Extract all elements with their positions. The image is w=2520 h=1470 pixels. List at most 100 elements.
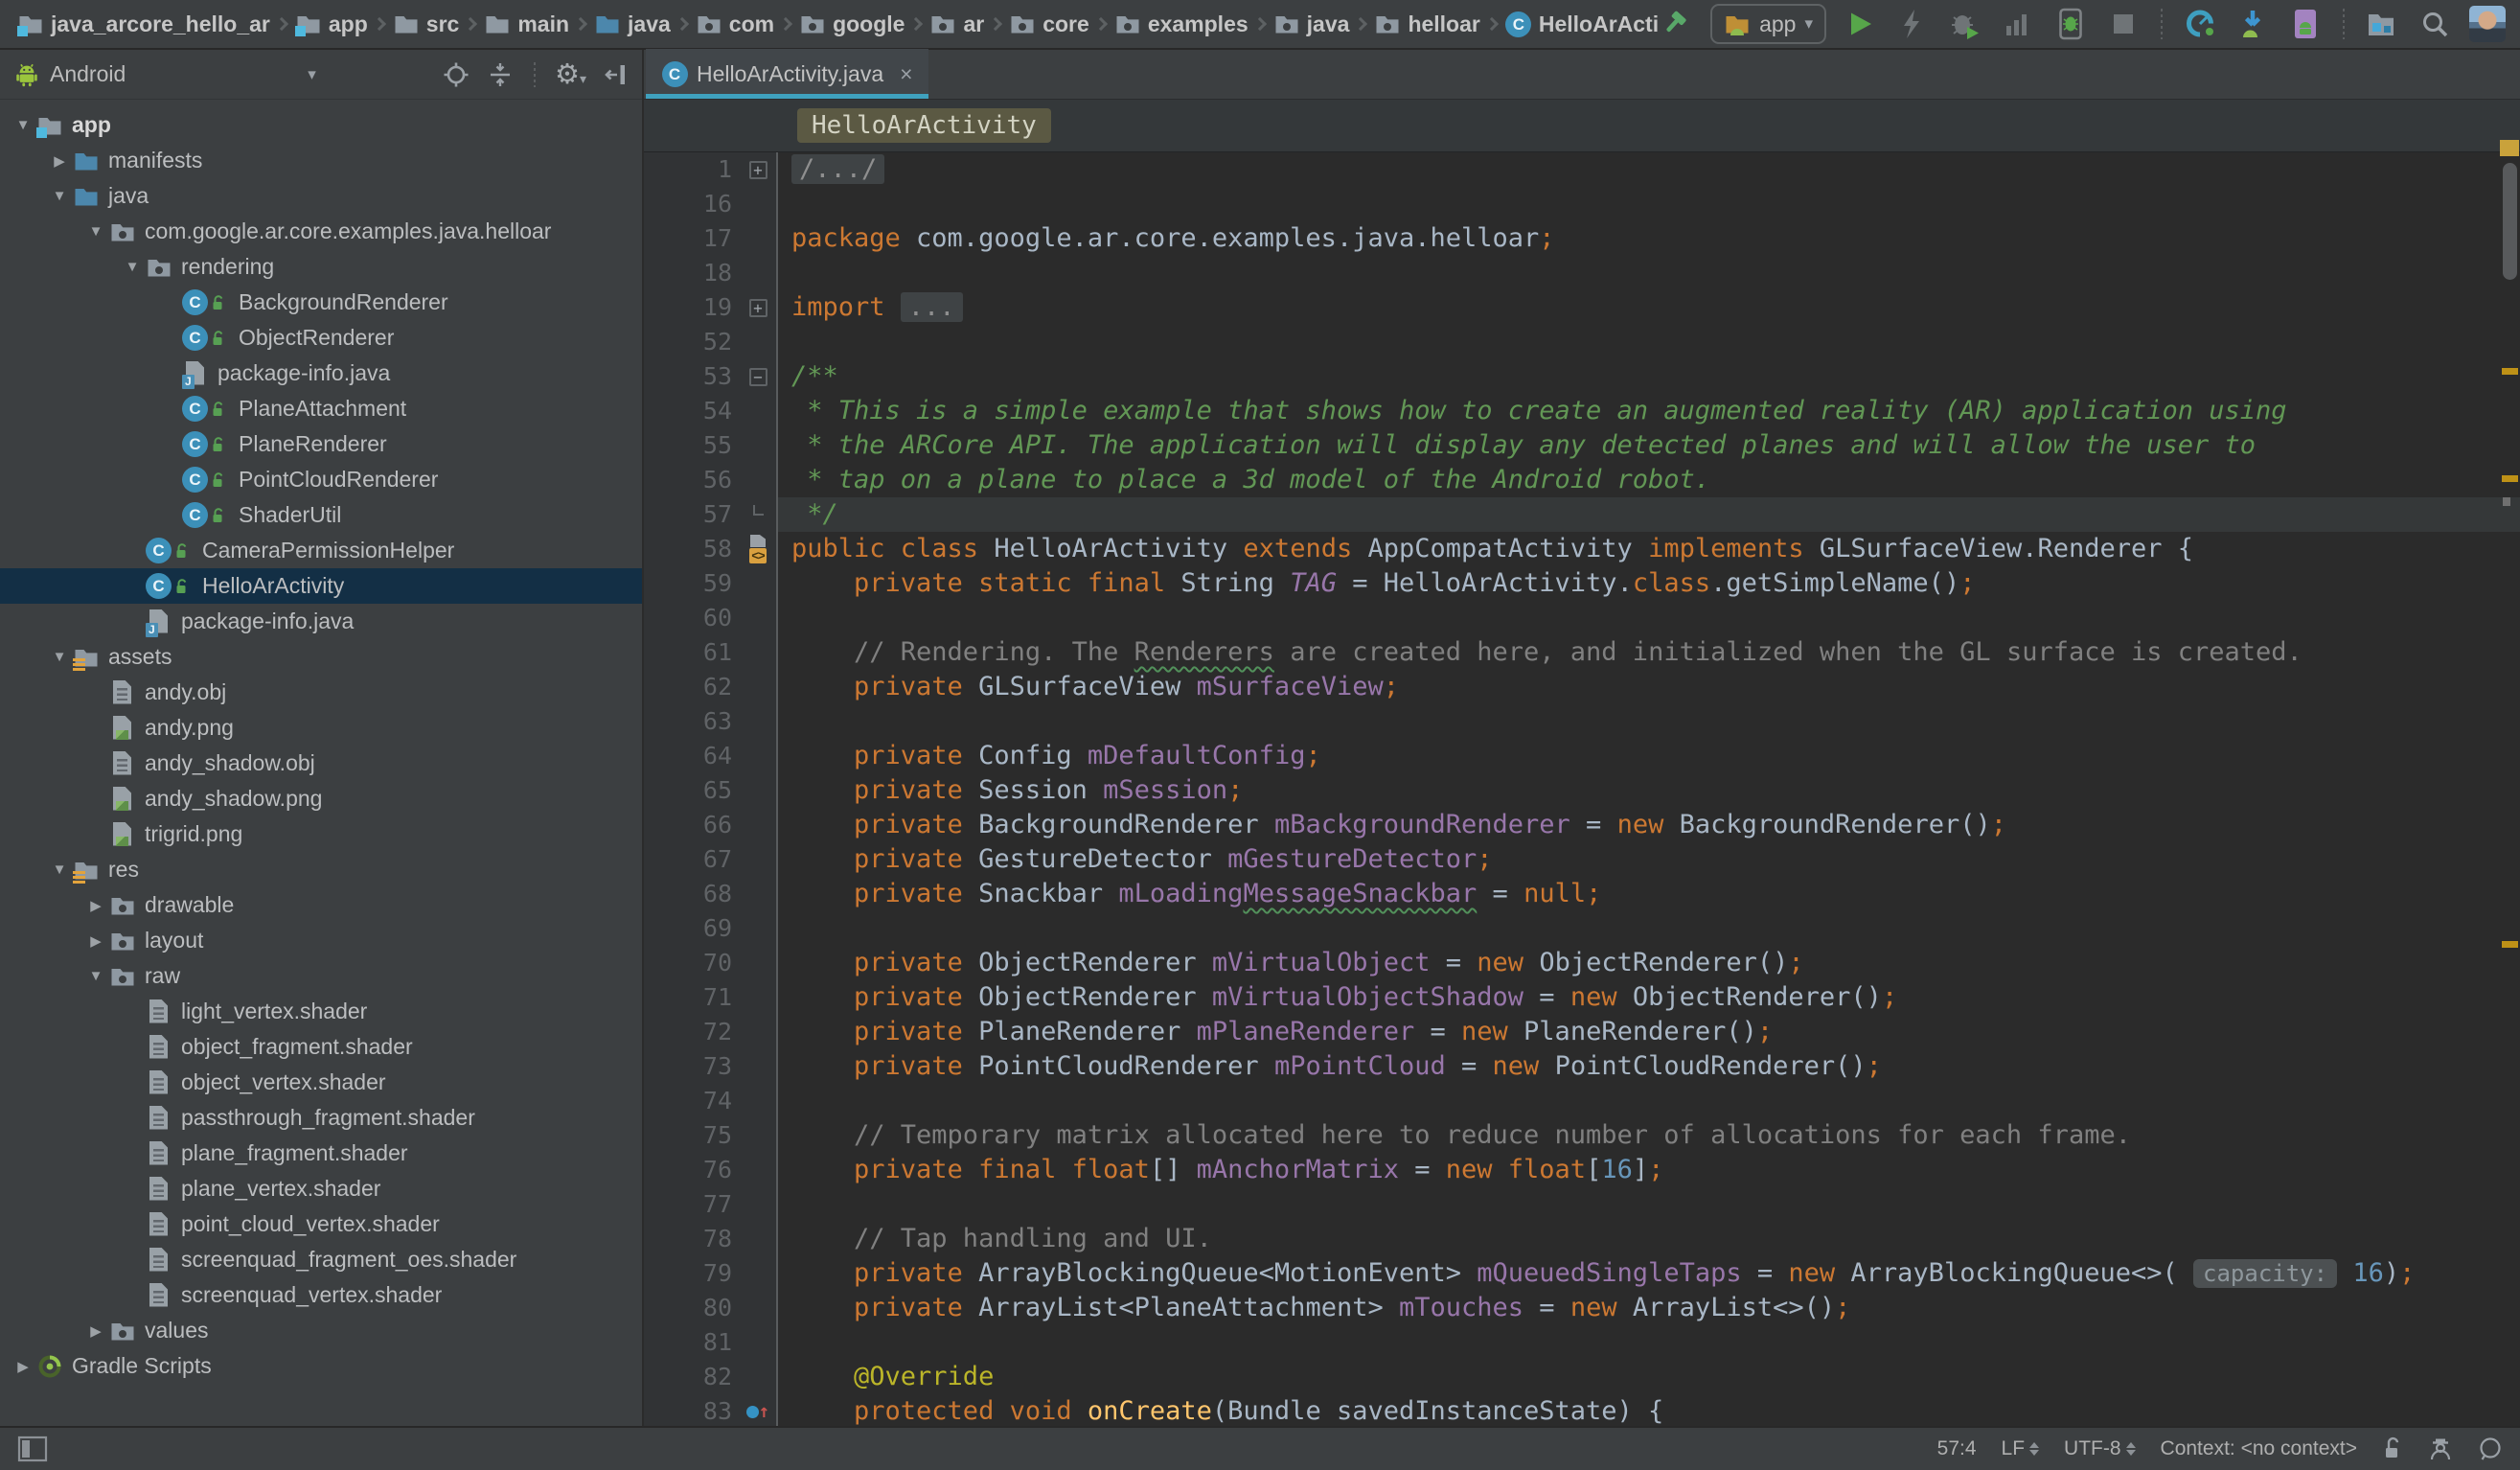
gutter[interactable]: 80: [644, 1291, 778, 1325]
tree-item-andy-obj[interactable]: andy.obj: [0, 675, 642, 710]
tree-item-pointcloudrenderer[interactable]: CPointCloudRenderer: [0, 462, 642, 497]
search-everywhere-button[interactable]: [2416, 4, 2454, 44]
profile-button[interactable]: [1999, 4, 2037, 44]
sdk-manager-button[interactable]: [2234, 4, 2272, 44]
line-number[interactable]: 74: [644, 1084, 740, 1118]
code-line-text[interactable]: package com.google.ar.core.examples.java…: [778, 221, 2520, 256]
collapse-arrow-icon[interactable]: ▼: [46, 188, 73, 204]
gutter[interactable]: 55: [644, 428, 778, 463]
code-line-text[interactable]: private static final String TAG = HelloA…: [778, 566, 2520, 601]
line-number[interactable]: 19: [644, 290, 740, 325]
gutter[interactable]: 53−: [644, 359, 778, 394]
line-number[interactable]: 70: [644, 946, 740, 980]
gutter[interactable]: 52: [644, 325, 778, 359]
fold-collapse-icon[interactable]: −: [749, 368, 767, 386]
code-line[interactable]: 52: [644, 325, 2520, 359]
code-line-text[interactable]: [778, 325, 2520, 359]
caret-position[interactable]: 57:4: [1937, 1437, 1977, 1460]
code-line-text[interactable]: private Config mDefaultConfig;: [778, 739, 2520, 773]
tree-item-package-info-java[interactable]: Jpackage-info.java: [0, 604, 642, 639]
gutter[interactable]: 17: [644, 221, 778, 256]
breadcrumb-item-google[interactable]: google: [799, 11, 905, 37]
gutter[interactable]: 70: [644, 946, 778, 980]
gutter[interactable]: 63: [644, 704, 778, 739]
warning-stripe-mark[interactable]: [2502, 368, 2518, 375]
run-config-select[interactable]: app▾: [1710, 4, 1826, 44]
tree-item-planerenderer[interactable]: CPlaneRenderer: [0, 426, 642, 462]
code-line[interactable]: 63: [644, 704, 2520, 739]
line-number[interactable]: 1: [644, 152, 740, 187]
hide-panel-button[interactable]: [602, 60, 630, 89]
breadcrumb-item-java[interactable]: java: [594, 11, 671, 37]
gutter[interactable]: 65: [644, 773, 778, 808]
code-line-text[interactable]: [778, 1325, 2520, 1360]
tree-item-screenquad-fragment-oes-shader[interactable]: screenquad_fragment_oes.shader: [0, 1242, 642, 1277]
tree-item-point-cloud-vertex-shader[interactable]: point_cloud_vertex.shader: [0, 1206, 642, 1242]
code-line[interactable]: 77: [644, 1187, 2520, 1222]
code-line[interactable]: 74: [644, 1084, 2520, 1118]
line-number[interactable]: 18: [644, 256, 740, 290]
code-line[interactable]: 78 // Tap handling and UI.: [644, 1222, 2520, 1256]
line-number[interactable]: 61: [644, 635, 740, 670]
breadcrumb-item-ar[interactable]: ar: [929, 11, 984, 37]
gutter[interactable]: 67: [644, 842, 778, 877]
gutter[interactable]: 76: [644, 1153, 778, 1187]
line-number[interactable]: 52: [644, 325, 740, 359]
code-line-text[interactable]: // Rendering. The Renderers are created …: [778, 635, 2520, 670]
override-method-icon[interactable]: ↑: [746, 1394, 769, 1426]
gutter[interactable]: 75: [644, 1118, 778, 1153]
tree-item-raw[interactable]: ▼raw: [0, 958, 642, 994]
code-line-text[interactable]: private ArrayBlockingQueue<MotionEvent> …: [778, 1256, 2520, 1291]
breadcrumb-item-core[interactable]: core: [1009, 11, 1089, 37]
gutter[interactable]: 69: [644, 911, 778, 946]
gutter[interactable]: 62: [644, 670, 778, 704]
line-number[interactable]: 78: [644, 1222, 740, 1256]
breadcrumb-item-helloaractivity[interactable]: CHelloArActivity: [1505, 11, 1658, 37]
code-line-text[interactable]: /.../: [778, 152, 2520, 187]
collapse-arrow-icon[interactable]: ▼: [10, 117, 36, 133]
make-button[interactable]: [1658, 4, 1696, 44]
project-view-selector[interactable]: Android ▾: [13, 61, 316, 88]
line-number[interactable]: 82: [644, 1360, 740, 1394]
apply-changes-button[interactable]: [1893, 4, 1932, 44]
collapse-arrow-icon[interactable]: ▼: [46, 861, 73, 878]
line-number[interactable]: 58: [644, 532, 740, 566]
tree-item-backgroundrenderer[interactable]: CBackgroundRenderer: [0, 285, 642, 320]
code-line[interactable]: 67 private GestureDetector mGestureDetec…: [644, 842, 2520, 877]
gutter[interactable]: 56: [644, 463, 778, 497]
device-monitor-button[interactable]: [2286, 4, 2325, 44]
gutter[interactable]: 71: [644, 980, 778, 1015]
line-number[interactable]: 67: [644, 842, 740, 877]
breadcrumb-item-src[interactable]: src: [393, 11, 460, 37]
expand-arrow-icon[interactable]: ▶: [82, 932, 109, 950]
code-line[interactable]: 61 // Rendering. The Renderers are creat…: [644, 635, 2520, 670]
avd-manager-button[interactable]: [2181, 4, 2219, 44]
expand-arrow-icon[interactable]: ▶: [82, 1322, 109, 1340]
code-line[interactable]: 64 private Config mDefaultConfig;: [644, 739, 2520, 773]
code-line[interactable]: 69: [644, 911, 2520, 946]
code-line[interactable]: 19+import ...: [644, 290, 2520, 325]
tree-item-drawable[interactable]: ▶drawable: [0, 887, 642, 923]
notifications-icon[interactable]: [2478, 1436, 2503, 1461]
gutter[interactable]: 78: [644, 1222, 778, 1256]
line-separator-select[interactable]: LF: [2002, 1437, 2040, 1460]
code-line[interactable]: 59 private static final String TAG = Hel…: [644, 566, 2520, 601]
gutter[interactable]: 59: [644, 566, 778, 601]
code-line-text[interactable]: */: [778, 497, 2520, 532]
code-line-text[interactable]: private ObjectRenderer mVirtualObjectSha…: [778, 980, 2520, 1015]
code-line[interactable]: 81: [644, 1325, 2520, 1360]
code-line[interactable]: 75 // Temporary matrix allocated here to…: [644, 1118, 2520, 1153]
tree-item-object-fragment-shader[interactable]: object_fragment.shader: [0, 1029, 642, 1065]
code-line[interactable]: 82 @Override: [644, 1360, 2520, 1394]
line-number[interactable]: 80: [644, 1291, 740, 1325]
gutter[interactable]: 74: [644, 1084, 778, 1118]
tree-item-app[interactable]: ▼app: [0, 107, 642, 143]
line-number[interactable]: 65: [644, 773, 740, 808]
inspection-status-icon[interactable]: [2500, 140, 2519, 156]
gutter[interactable]: 1+: [644, 152, 778, 187]
tree-item-planeattachment[interactable]: CPlaneAttachment: [0, 391, 642, 426]
breadcrumb-item-main[interactable]: main: [484, 11, 569, 37]
tab-helloaractivity-java[interactable]: C HelloArActivity.java ×: [646, 49, 928, 99]
gutter[interactable]: 19+: [644, 290, 778, 325]
code-line-text[interactable]: private PlaneRenderer mPlaneRenderer = n…: [778, 1015, 2520, 1049]
